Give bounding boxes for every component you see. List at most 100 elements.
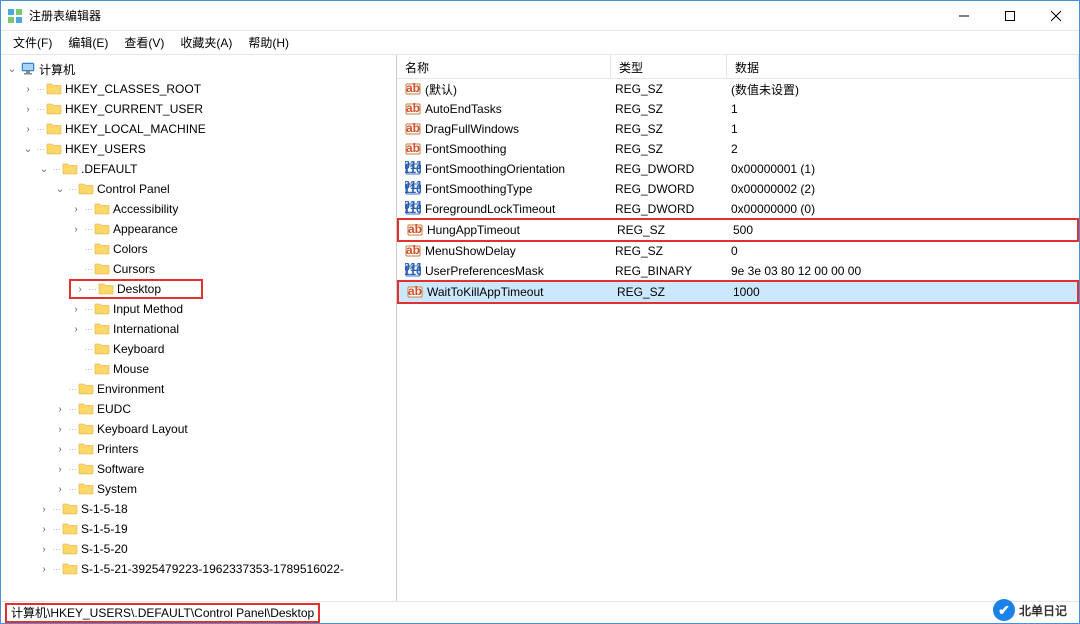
expand-icon[interactable]: › <box>69 324 83 335</box>
expand-icon[interactable]: › <box>37 544 51 555</box>
expand-icon[interactable]: › <box>21 84 35 95</box>
menu-help[interactable]: 帮助(H) <box>240 31 297 54</box>
collapse-icon[interactable]: ⌄ <box>5 64 19 75</box>
expand-icon[interactable]: › <box>53 424 67 435</box>
tree-hkcr[interactable]: ›⋯HKEY_CLASSES_ROOT <box>1 79 396 99</box>
values-list[interactable]: (默认)REG_SZ(数值未设置)AutoEndTasksREG_SZ1Drag… <box>397 79 1079 601</box>
tree-cursors[interactable]: ⋯Cursors <box>1 259 396 279</box>
menu-view[interactable]: 查看(V) <box>116 31 172 54</box>
tree-input-method[interactable]: ›⋯Input Method <box>1 299 396 319</box>
tree-root-computer[interactable]: ⌄计算机 <box>1 59 396 79</box>
expand-icon[interactable]: › <box>37 524 51 535</box>
reg-string-icon <box>405 141 421 157</box>
minimize-button[interactable] <box>941 1 987 30</box>
expand-icon[interactable]: › <box>69 304 83 315</box>
col-header-name[interactable]: 名称 <box>397 55 611 78</box>
value-row[interactable]: FontSmoothingTypeREG_DWORD0x00000002 (2) <box>397 179 1079 199</box>
value-row[interactable]: MenuShowDelayREG_SZ0 <box>397 241 1079 261</box>
reg-binary-icon <box>405 201 421 217</box>
tree-line: ⋯ <box>67 425 77 434</box>
tree-system[interactable]: ›⋯System <box>1 479 396 499</box>
tree-accessibility[interactable]: ›⋯Accessibility <box>1 199 396 219</box>
close-button[interactable] <box>1033 1 1079 30</box>
expand-icon[interactable]: › <box>73 284 87 295</box>
reg-string-icon <box>405 121 421 137</box>
collapse-icon[interactable]: ⌄ <box>53 184 67 195</box>
tree-line: ⋯ <box>67 465 77 474</box>
menubar: 文件(F) 编辑(E) 查看(V) 收藏夹(A) 帮助(H) <box>1 31 1079 55</box>
app-icon <box>7 8 23 24</box>
value-row[interactable]: HungAppTimeoutREG_SZ500 <box>399 220 1077 240</box>
tree-printers[interactable]: ›⋯Printers <box>1 439 396 459</box>
tree-line: ⋯ <box>67 405 77 414</box>
expand-icon[interactable]: › <box>69 204 83 215</box>
registry-editor-window: 注册表编辑器 文件(F) 编辑(E) 查看(V) 收藏夹(A) 帮助(H) ⌄计… <box>0 0 1080 624</box>
menu-edit[interactable]: 编辑(E) <box>60 31 116 54</box>
value-name-cell: MenuShowDelay <box>401 243 611 259</box>
tree-mouse[interactable]: ⋯Mouse <box>1 359 396 379</box>
value-row[interactable]: ForegroundLockTimeoutREG_DWORD0x00000000… <box>397 199 1079 219</box>
tree-international[interactable]: ›⋯International <box>1 319 396 339</box>
expand-icon[interactable]: › <box>37 564 51 575</box>
folder-icon <box>46 101 62 117</box>
maximize-button[interactable] <box>987 1 1033 30</box>
tree-line: ⋯ <box>83 365 93 374</box>
menu-file[interactable]: 文件(F) <box>5 31 60 54</box>
tree-hkcu[interactable]: ›⋯HKEY_CURRENT_USER <box>1 99 396 119</box>
tree-keyboard-label: Keyboard <box>113 342 164 356</box>
value-data-cell: 1 <box>727 122 1079 136</box>
expand-icon[interactable]: › <box>37 504 51 515</box>
value-row[interactable]: WaitToKillAppTimeoutREG_SZ1000 <box>399 282 1077 302</box>
highlighted-row: WaitToKillAppTimeoutREG_SZ1000 <box>397 280 1079 304</box>
expand-icon[interactable]: › <box>53 484 67 495</box>
tree-hkcu-label: HKEY_CURRENT_USER <box>65 102 203 116</box>
tree-control-panel[interactable]: ⌄⋯Control Panel <box>1 179 396 199</box>
tree-software[interactable]: ›⋯Software <box>1 459 396 479</box>
tree-keyboard-layout-label: Keyboard Layout <box>97 422 188 436</box>
collapse-icon[interactable]: ⌄ <box>37 164 51 175</box>
tree-keyboard[interactable]: ⋯Keyboard <box>1 339 396 359</box>
menu-favorites[interactable]: 收藏夹(A) <box>172 31 240 54</box>
tree-pane[interactable]: ⌄计算机›⋯HKEY_CLASSES_ROOT›⋯HKEY_CURRENT_US… <box>1 55 397 601</box>
watermark-icon: ✔ <box>993 599 1015 621</box>
tree-desktop[interactable]: ›⋯Desktop <box>1 279 396 299</box>
expand-icon[interactable]: › <box>53 444 67 455</box>
tree-s-1-5-20[interactable]: ›⋯S-1-5-20 <box>1 539 396 559</box>
expand-icon[interactable]: › <box>53 464 67 475</box>
collapse-icon[interactable]: ⌄ <box>21 144 35 155</box>
value-row[interactable]: FontSmoothingREG_SZ2 <box>397 139 1079 159</box>
expand-icon[interactable]: › <box>21 124 35 135</box>
tree-hklm[interactable]: ›⋯HKEY_LOCAL_MACHINE <box>1 119 396 139</box>
col-header-type[interactable]: 类型 <box>611 55 727 78</box>
expand-icon[interactable]: › <box>53 404 67 415</box>
expand-icon[interactable]: › <box>21 104 35 115</box>
tree-colors[interactable]: ⋯Colors <box>1 239 396 259</box>
folder-icon <box>46 121 62 137</box>
value-data-cell: 0x00000001 (1) <box>727 162 1079 176</box>
tree-line: ⋯ <box>67 185 77 194</box>
value-row[interactable]: UserPreferencesMaskREG_BINARY9e 3e 03 80… <box>397 261 1079 281</box>
value-row[interactable]: AutoEndTasksREG_SZ1 <box>397 99 1079 119</box>
tree-eudc[interactable]: ›⋯EUDC <box>1 399 396 419</box>
col-header-data[interactable]: 数据 <box>727 55 1079 78</box>
value-data-cell: 2 <box>727 142 1079 156</box>
tree-line: ⋯ <box>51 525 61 534</box>
tree-s-1-5-21[interactable]: ›⋯S-1-5-21-3925479223-1962337353-1789516… <box>1 559 396 579</box>
tree-environment[interactable]: ⋯Environment <box>1 379 396 399</box>
tree-default[interactable]: ⌄⋯.DEFAULT <box>1 159 396 179</box>
value-data-cell: 9e 3e 03 80 12 00 00 00 <box>727 264 1079 278</box>
tree-appearance[interactable]: ›⋯Appearance <box>1 219 396 239</box>
expand-icon[interactable]: › <box>69 224 83 235</box>
tree-hku[interactable]: ⌄⋯HKEY_USERS <box>1 139 396 159</box>
tree-s-1-5-19[interactable]: ›⋯S-1-5-19 <box>1 519 396 539</box>
value-row[interactable]: DragFullWindowsREG_SZ1 <box>397 119 1079 139</box>
tree-s-1-5-18[interactable]: ›⋯S-1-5-18 <box>1 499 396 519</box>
value-name-cell: (默认) <box>401 81 611 98</box>
value-row[interactable]: (默认)REG_SZ(数值未设置) <box>397 79 1079 99</box>
folder-icon <box>62 521 78 537</box>
tree-keyboard-layout[interactable]: ›⋯ Keyboard Layout <box>1 419 396 439</box>
tree-line: ⋯ <box>83 265 93 274</box>
value-type-cell: REG_BINARY <box>611 264 727 278</box>
value-row[interactable]: FontSmoothingOrientationREG_DWORD0x00000… <box>397 159 1079 179</box>
tree-line: ⋯ <box>87 285 97 294</box>
